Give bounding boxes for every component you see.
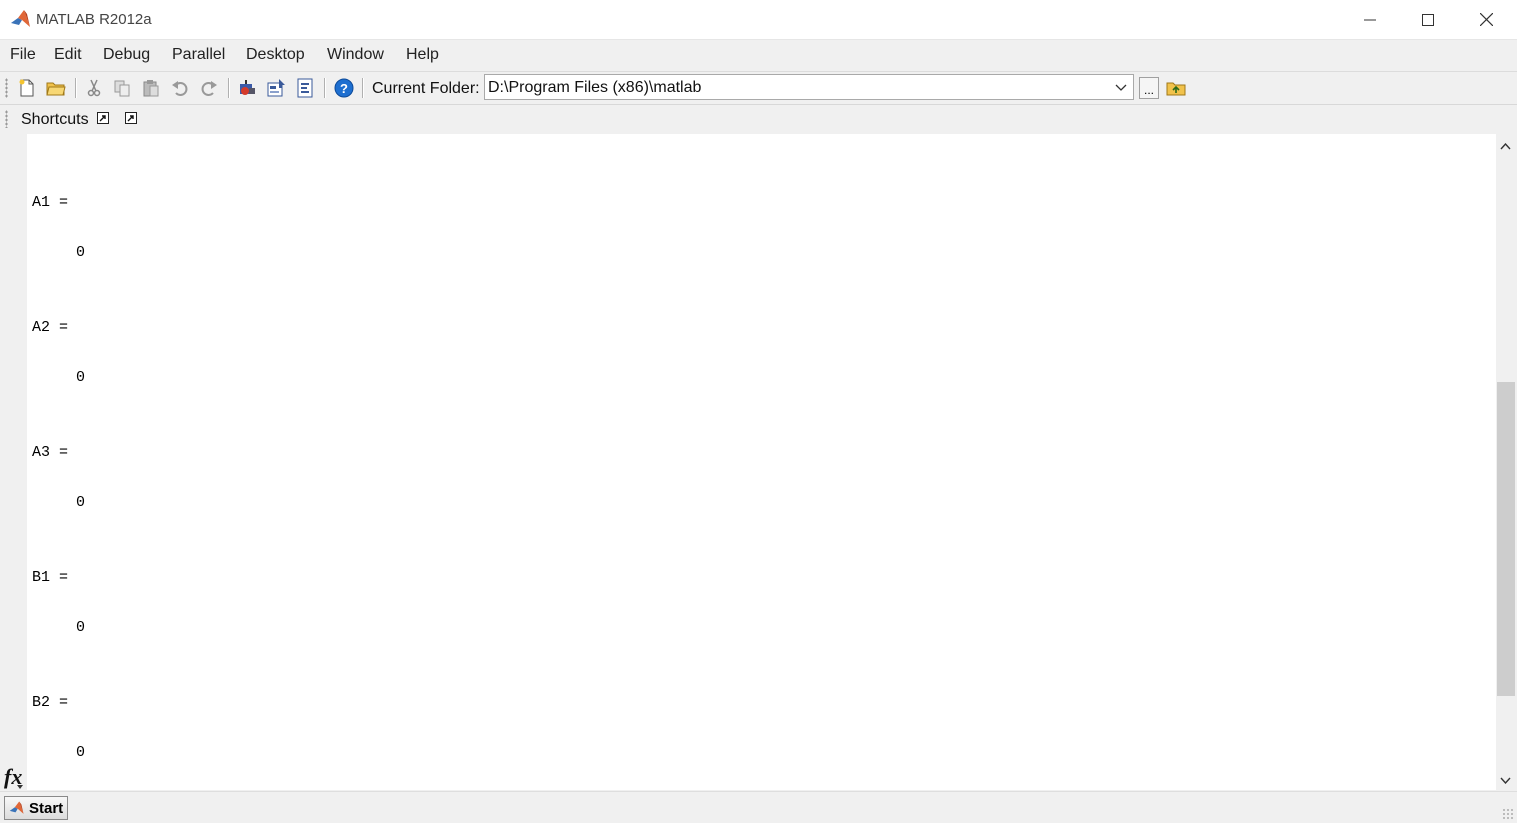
help-icon: ? bbox=[334, 78, 354, 98]
status-bar: Start bbox=[0, 791, 1517, 823]
shortcut-arrow-icon bbox=[99, 115, 106, 122]
undo-button[interactable] bbox=[169, 77, 191, 99]
maximize-button[interactable] bbox=[1399, 0, 1457, 39]
guide-icon bbox=[267, 79, 285, 97]
output-variable-name: A3 = bbox=[32, 444, 69, 461]
scroll-down-button[interactable] bbox=[1498, 773, 1512, 787]
start-label: Start bbox=[29, 799, 64, 817]
caret-down-icon bbox=[17, 785, 23, 789]
toolbar-separator bbox=[362, 78, 364, 98]
menu-desktop[interactable]: Desktop bbox=[246, 46, 305, 64]
how-to-add-shortcut-button[interactable] bbox=[97, 112, 109, 124]
matlab-logo-icon bbox=[9, 801, 24, 814]
start-button[interactable]: Start bbox=[4, 796, 68, 820]
new-file-button[interactable] bbox=[16, 77, 38, 99]
whats-new-shortcut-button[interactable] bbox=[125, 112, 137, 124]
chevron-up-icon bbox=[1499, 142, 1511, 149]
resize-grip[interactable] bbox=[1502, 808, 1514, 820]
simulink-icon bbox=[240, 80, 255, 95]
window-title: MATLAB R2012a bbox=[36, 11, 152, 28]
simulink-button[interactable] bbox=[236, 77, 258, 99]
scrollbar-thumb[interactable] bbox=[1497, 382, 1515, 696]
profiler-icon bbox=[297, 78, 313, 98]
copy-button[interactable] bbox=[111, 77, 133, 99]
new-file-icon bbox=[19, 79, 34, 97]
shortcuts-toolbar: Shortcuts bbox=[0, 105, 1517, 133]
svg-text:?: ? bbox=[340, 81, 348, 96]
paste-button[interactable] bbox=[140, 77, 162, 99]
output-variable-value: 0 bbox=[76, 744, 86, 761]
output-variable-name: B2 = bbox=[32, 694, 69, 711]
output-variable-value: 0 bbox=[76, 619, 86, 636]
shortcuts-label: Shortcuts bbox=[21, 111, 89, 128]
toolbar-separator bbox=[75, 78, 77, 98]
minimize-button[interactable] bbox=[1341, 0, 1399, 39]
maximize-icon bbox=[1422, 13, 1434, 26]
close-icon bbox=[1479, 13, 1493, 26]
open-button[interactable] bbox=[45, 77, 67, 99]
toolbar-separator bbox=[324, 78, 326, 98]
menu-file[interactable]: File bbox=[10, 46, 36, 64]
toolbar-grip[interactable] bbox=[5, 78, 8, 98]
guide-button[interactable] bbox=[265, 77, 287, 99]
shortcuts-grip[interactable] bbox=[5, 110, 8, 128]
output-variable-name: A1 = bbox=[32, 194, 69, 211]
command-window[interactable]: A1 = 0 A2 = 0 A3 = 0 B1 = 0 B2 = 0 bbox=[27, 134, 1496, 790]
redo-button[interactable] bbox=[198, 77, 220, 99]
menu-edit[interactable]: Edit bbox=[54, 46, 82, 64]
matlab-logo-icon bbox=[11, 10, 30, 27]
folder-up-icon bbox=[1166, 82, 1186, 96]
current-folder-input[interactable]: D:\Program Files (x86)\matlab bbox=[484, 74, 1134, 100]
menu-window[interactable]: Window bbox=[327, 46, 384, 64]
current-folder-label: Current Folder: bbox=[372, 80, 480, 97]
current-folder-dropdown[interactable] bbox=[1112, 80, 1130, 96]
title-bar: MATLAB R2012a bbox=[0, 0, 1517, 40]
copy-icon bbox=[114, 80, 130, 97]
scroll-up-button[interactable] bbox=[1498, 139, 1512, 153]
parent-folder-button[interactable] bbox=[1165, 77, 1187, 99]
output-variable-name: B1 = bbox=[32, 569, 69, 586]
toolbar-separator bbox=[228, 78, 230, 98]
menu-help[interactable]: Help bbox=[406, 46, 439, 64]
browse-folder-button[interactable]: ... bbox=[1139, 77, 1159, 99]
cut-icon bbox=[87, 79, 101, 97]
toolbar: ? Current Folder: D:\Program Files (x86)… bbox=[0, 72, 1517, 105]
output-variable-name: A2 = bbox=[32, 319, 69, 336]
cut-button[interactable] bbox=[83, 77, 105, 99]
output-variable-value: 0 bbox=[76, 494, 86, 511]
chevron-down-icon bbox=[1115, 84, 1127, 91]
output-variable-value: 0 bbox=[76, 369, 86, 386]
menu-debug[interactable]: Debug bbox=[103, 46, 150, 64]
output-variable-value: 0 bbox=[76, 244, 86, 261]
menu-bar: File Edit Debug Parallel Desktop Window … bbox=[0, 40, 1517, 72]
undo-icon bbox=[172, 81, 188, 96]
help-button[interactable]: ? bbox=[333, 77, 355, 99]
chevron-down-icon bbox=[1499, 777, 1511, 784]
paste-icon bbox=[143, 80, 159, 97]
open-folder-icon bbox=[46, 82, 66, 96]
profiler-button[interactable] bbox=[294, 77, 316, 99]
close-button[interactable] bbox=[1457, 0, 1515, 39]
minimize-icon bbox=[1364, 19, 1376, 20]
shortcut-arrow-icon bbox=[127, 115, 134, 122]
redo-icon bbox=[201, 81, 217, 96]
menu-parallel[interactable]: Parallel bbox=[172, 46, 225, 64]
